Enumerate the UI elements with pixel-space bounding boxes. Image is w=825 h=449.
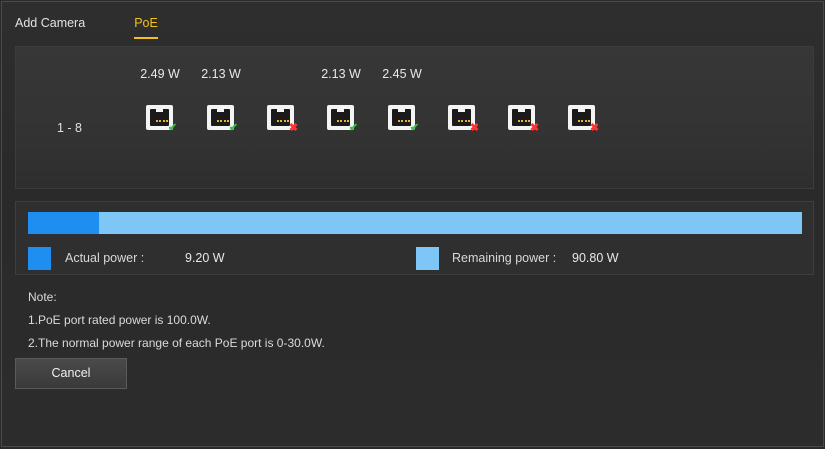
tab-poe[interactable]: PoE (134, 15, 158, 39)
ethernet-port-icon: ✔ (146, 105, 177, 134)
poe-port-7[interactable]: ✖ (492, 67, 552, 134)
remaining-power-swatch (416, 247, 439, 270)
poe-window: Add Camera PoE 1 - 8 2.49 W ✔ 2.13 W ✔ ✖ 2.13… (1, 1, 824, 447)
poe-port-6[interactable]: ✖ (432, 67, 492, 134)
actual-power-label: Actual power : (65, 251, 145, 265)
poe-port-1[interactable]: 2.49 W ✔ (130, 67, 190, 134)
ethernet-port-icon: ✔ (327, 105, 358, 134)
poe-port-3[interactable]: ✖ (251, 67, 311, 134)
note-title: Note: (28, 290, 57, 304)
check-icon: ✔ (167, 122, 178, 134)
poe-port-2[interactable]: 2.13 W ✔ (191, 67, 251, 134)
power-usage-fill (28, 212, 100, 234)
actual-power-value: 9.20 W (185, 251, 225, 265)
port-watt-label: 2.45 W (382, 67, 422, 81)
poe-port-4[interactable]: 2.13 W ✔ (311, 67, 371, 134)
ethernet-port-icon: ✔ (388, 105, 419, 134)
power-panel: Actual power : 9.20 W Remaining power : … (15, 201, 814, 275)
ethernet-port-icon: ✖ (508, 105, 539, 134)
cross-icon: ✖ (288, 122, 299, 134)
cross-icon: ✖ (589, 122, 600, 134)
poe-port-5[interactable]: 2.45 W ✔ (372, 67, 432, 134)
poe-ports-panel: 1 - 8 2.49 W ✔ 2.13 W ✔ ✖ 2.13 W ✔ 2.45 W ✔ ✖ ✖ ✖ (15, 46, 814, 189)
port-watt-label: 2.13 W (201, 67, 241, 81)
note-line-1: 1.PoE port rated power is 100.0W. (28, 313, 211, 327)
power-usage-bar (28, 212, 802, 234)
cross-icon: ✖ (469, 122, 480, 134)
poe-port-8[interactable]: ✖ (552, 67, 612, 134)
actual-power-swatch (28, 247, 51, 270)
note-line-2: 2.The normal power range of each PoE por… (28, 336, 325, 350)
remaining-power-label: Remaining power : (452, 251, 557, 265)
ethernet-port-icon: ✖ (448, 105, 479, 134)
cancel-button[interactable]: Cancel (15, 358, 127, 389)
cross-icon: ✖ (529, 122, 540, 134)
check-icon: ✔ (228, 122, 239, 134)
ethernet-port-icon: ✖ (267, 105, 298, 134)
tab-add-camera[interactable]: Add Camera (15, 15, 85, 39)
check-icon: ✔ (348, 122, 359, 134)
port-watt-label: 2.13 W (321, 67, 361, 81)
remaining-power-value: 90.80 W (572, 251, 619, 265)
port-watt-label: 2.49 W (140, 67, 180, 81)
ethernet-port-icon: ✔ (207, 105, 238, 134)
port-range-label: 1 - 8 (57, 121, 83, 135)
check-icon: ✔ (409, 122, 420, 134)
tab-bar: Add Camera PoE (15, 15, 158, 39)
ethernet-port-icon: ✖ (568, 105, 599, 134)
